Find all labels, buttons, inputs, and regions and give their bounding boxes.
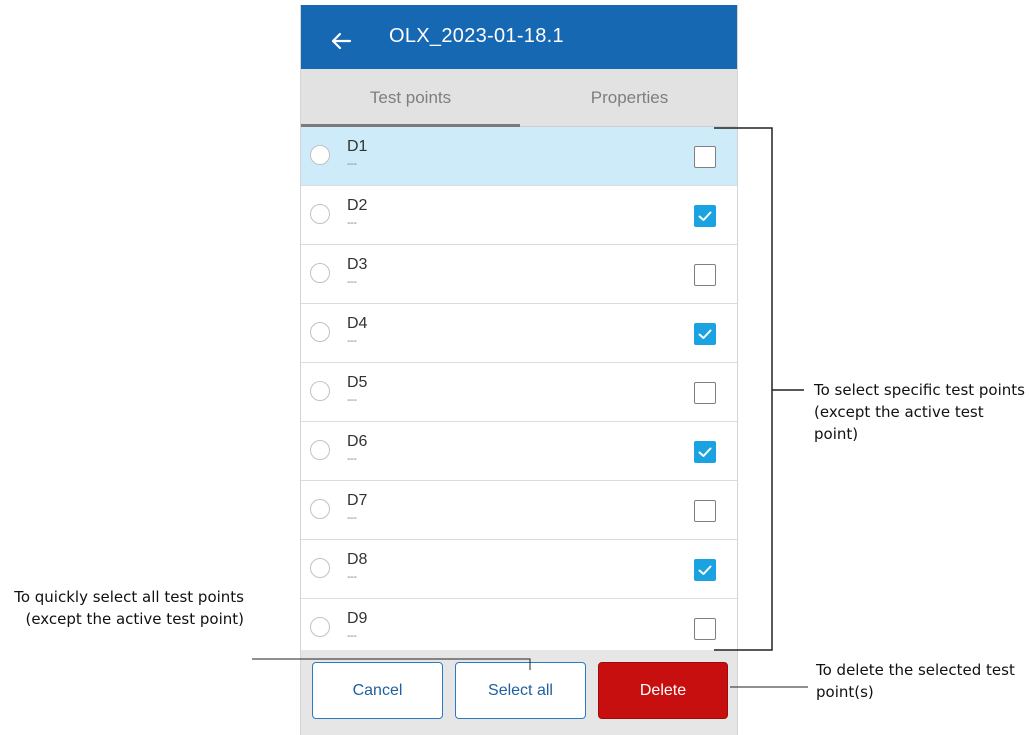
test-point-subtitle: --- — [347, 276, 357, 288]
callout-select-specific: To select specific test points (except t… — [814, 381, 1025, 443]
active-radio[interactable] — [310, 558, 330, 578]
active-radio[interactable] — [310, 381, 330, 401]
select-checkbox[interactable] — [694, 146, 716, 168]
list-item[interactable]: D6 --- — [301, 422, 737, 481]
list-item[interactable]: D7 --- — [301, 481, 737, 540]
active-radio[interactable] — [310, 263, 330, 283]
test-point-name: D2 — [347, 197, 368, 214]
select-checkbox[interactable] — [694, 500, 716, 522]
select-checkbox[interactable] — [694, 618, 716, 640]
test-point-name: D9 — [347, 610, 368, 627]
page-title: OLX_2023-01-18.1 — [389, 25, 564, 47]
list-item[interactable]: D5 --- — [301, 363, 737, 422]
checkmark-icon — [698, 211, 712, 221]
select-checkbox[interactable] — [694, 264, 716, 286]
test-point-subtitle: --- — [347, 335, 357, 347]
tab-test-points[interactable]: Test points — [301, 69, 520, 127]
test-point-subtitle: --- — [347, 394, 357, 406]
list-item[interactable]: D1 --- — [301, 127, 737, 186]
list-item[interactable]: D8 --- — [301, 540, 737, 599]
test-point-subtitle: --- — [347, 512, 357, 524]
test-point-name: D6 — [347, 433, 368, 450]
select-checkbox[interactable] — [694, 441, 716, 463]
test-point-name: D4 — [347, 315, 368, 332]
active-radio[interactable] — [310, 617, 330, 637]
callout-delete: To delete the selected test point(s) — [816, 661, 1015, 701]
action-footer: Cancel Select all Delete — [301, 650, 737, 735]
list-item[interactable]: D2 --- — [301, 186, 737, 245]
delete-button[interactable]: Delete — [598, 662, 728, 719]
active-radio[interactable] — [310, 499, 330, 519]
select-checkbox[interactable] — [694, 205, 716, 227]
phone-screen: OLX_2023-01-18.1 Test points Properties … — [300, 5, 738, 735]
test-point-list: D1 --- D2 --- D3 --- D4 --- D5 --- D6 --- D7 --- D8 ---… — [301, 127, 737, 658]
arrow-left-icon — [331, 32, 352, 50]
test-point-name: D8 — [347, 551, 368, 568]
list-item[interactable]: D3 --- — [301, 245, 737, 304]
test-point-subtitle: --- — [347, 158, 357, 170]
test-point-name: D5 — [347, 374, 368, 391]
tab-properties[interactable]: Properties — [520, 69, 737, 127]
select-checkbox[interactable] — [694, 559, 716, 581]
test-point-subtitle: --- — [347, 453, 357, 465]
select-checkbox[interactable] — [694, 382, 716, 404]
active-radio[interactable] — [310, 440, 330, 460]
active-radio[interactable] — [310, 145, 330, 165]
select-checkbox[interactable] — [694, 323, 716, 345]
checkmark-icon — [698, 565, 712, 575]
callout-select-all: To quickly select all test points (excep… — [14, 588, 244, 628]
test-point-name: D3 — [347, 256, 368, 273]
checkmark-icon — [698, 447, 712, 457]
back-button[interactable] — [323, 23, 359, 59]
active-radio[interactable] — [310, 322, 330, 342]
tab-bar: Test points Properties — [301, 69, 737, 127]
test-point-subtitle: --- — [347, 630, 357, 642]
cancel-button[interactable]: Cancel — [312, 662, 443, 719]
test-point-name: D1 — [347, 138, 368, 155]
app-bar: OLX_2023-01-18.1 — [301, 5, 737, 69]
select-all-button[interactable]: Select all — [455, 662, 586, 719]
active-radio[interactable] — [310, 204, 330, 224]
list-item[interactable]: D4 --- — [301, 304, 737, 363]
checkmark-icon — [698, 329, 712, 339]
test-point-subtitle: --- — [347, 217, 357, 229]
test-point-name: D7 — [347, 492, 368, 509]
test-point-subtitle: --- — [347, 571, 357, 583]
